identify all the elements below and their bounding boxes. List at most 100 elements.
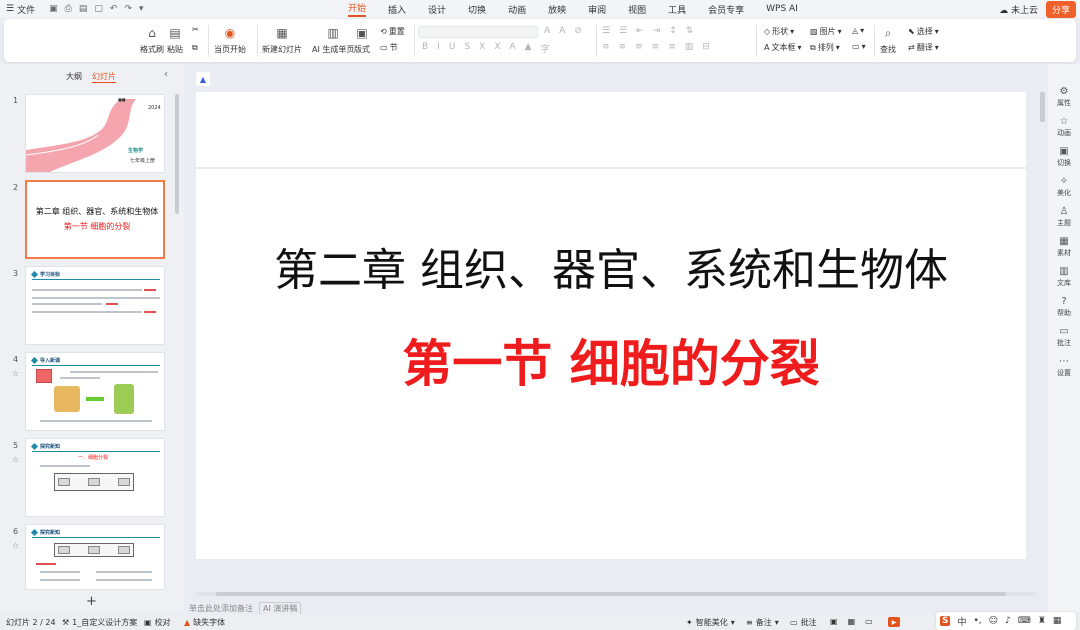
reset-button[interactable]: ⟲ 重置	[380, 26, 405, 37]
arrange-button[interactable]: ⧉ 排列 ▾	[810, 42, 840, 53]
file-menu[interactable]: ☰ 文件	[0, 3, 41, 16]
find-button[interactable]: ⌕ 查找	[880, 25, 896, 55]
slide-thumbnail[interactable]: 探究新知 一、细胞分裂	[25, 438, 165, 517]
sidebar-item-animation[interactable]: ☆ 动画	[1048, 116, 1080, 138]
sidebar-item-library[interactable]: ▥ 文库	[1048, 266, 1080, 288]
sidebar-item-transition[interactable]: ▣ 切换	[1048, 146, 1080, 168]
tab-insert[interactable]: 插入	[388, 3, 406, 16]
star-icon[interactable]: ☆	[12, 541, 19, 550]
translate-button[interactable]: ⇄ 翻译 ▾	[908, 42, 939, 53]
ime-language[interactable]: 中	[957, 615, 966, 628]
tab-animation[interactable]: 动画	[508, 3, 526, 16]
microphone-icon[interactable]: ♪	[1005, 616, 1011, 626]
font-family-select[interactable]	[418, 26, 538, 38]
italic-icon[interactable]: I	[437, 42, 440, 55]
sidebar-item-comments[interactable]: ▭ 批注	[1048, 326, 1080, 348]
superscript-icon[interactable]: X	[494, 42, 500, 55]
redo-icon[interactable]: ↷	[124, 4, 132, 14]
panel-scrollbar[interactable]	[175, 94, 179, 214]
cloud-status[interactable]: ☁ 未上云	[999, 3, 1038, 16]
align-center-icon[interactable]: ≡	[619, 42, 627, 52]
columns-icon[interactable]: ▥	[685, 42, 694, 52]
smart-beautify-button[interactable]: ✦ 智能美化 ▾	[686, 617, 735, 628]
sidebar-item-materials[interactable]: ▦ 素材	[1048, 236, 1080, 258]
preview-icon[interactable]: ▢	[94, 4, 103, 14]
vertical-align-icon[interactable]: ⊟	[702, 42, 710, 52]
undo-icon[interactable]: ↶	[110, 4, 118, 14]
font-color-icon[interactable]: A	[510, 42, 516, 55]
indent-decrease-icon[interactable]: ⇤	[636, 26, 644, 36]
tab-outline[interactable]: 大纲	[66, 71, 82, 83]
grow-font-icon[interactable]: A	[544, 26, 550, 36]
emoji-icon[interactable]: ☺	[989, 616, 998, 626]
copy-button[interactable]: ⧉	[192, 43, 198, 53]
tab-review[interactable]: 审阅	[588, 3, 606, 16]
ai-generate-button[interactable]: ▥ AI 生成单页	[312, 25, 354, 55]
align-left-icon[interactable]: ≡	[602, 42, 610, 52]
punctuation-icon[interactable]: •,	[974, 616, 982, 626]
sidebar-item-beautify[interactable]: ✧ 美化	[1048, 176, 1080, 198]
shape-button[interactable]: ◇ 形状 ▾	[764, 26, 794, 37]
tab-transition[interactable]: 切换	[468, 3, 486, 16]
skin-icon[interactable]: ♜	[1038, 616, 1046, 626]
normal-view-icon[interactable]: ▣	[830, 617, 838, 626]
tab-view[interactable]: 视图	[628, 3, 646, 16]
ai-assist-icon[interactable]: ▲	[196, 72, 210, 86]
slide-subtitle[interactable]: 第一节 细胞的分裂	[196, 324, 1026, 396]
picture-button[interactable]: ▨ 图片 ▾	[810, 26, 842, 37]
theme-name[interactable]: ⚒ 1_自定义设计方案	[62, 617, 137, 628]
highlight-icon[interactable]: ▲	[525, 42, 532, 55]
star-icon[interactable]: ☆	[12, 455, 19, 464]
slide-thumbnail[interactable]: 导入新课	[25, 352, 165, 431]
more-icon[interactable]: ▾	[139, 4, 144, 14]
strikethrough-icon[interactable]: S	[464, 42, 470, 55]
canvas-horizontal-scrollbar[interactable]	[196, 592, 1036, 596]
star-icon[interactable]: ☆	[12, 369, 19, 378]
textbox-button[interactable]: A 文本框 ▾	[764, 42, 802, 53]
tab-wps-ai[interactable]: WPS AI	[766, 4, 798, 14]
outline-button[interactable]: ▭ ▾	[852, 42, 866, 51]
apps-icon[interactable]: ▦	[1053, 616, 1062, 626]
format-painter-button[interactable]: ⌂ 格式刷	[140, 25, 164, 55]
fill-button[interactable]: ◬ ▾	[852, 26, 864, 35]
add-slide-button[interactable]: +	[86, 594, 97, 609]
bold-icon[interactable]: B	[422, 42, 428, 55]
bullets-icon[interactable]: ☰	[602, 26, 610, 36]
current-slide[interactable]: 第二章 组织、器官、系统和生物体 第一节 细胞的分裂	[196, 92, 1026, 559]
shadow-icon[interactable]: X	[479, 42, 485, 55]
sogou-logo-icon[interactable]: S	[940, 616, 951, 626]
select-button[interactable]: ⬉ 选择 ▾	[908, 26, 939, 37]
tab-member[interactable]: 会员专享	[708, 3, 744, 16]
tab-tools[interactable]: 工具	[668, 3, 686, 16]
slideshow-play-button[interactable]: ▶	[888, 617, 900, 627]
slide-title[interactable]: 第二章 组织、器官、系统和生物体	[196, 234, 1026, 298]
sidebar-item-settings[interactable]: ⋯ 设置	[1048, 356, 1080, 378]
cut-button[interactable]: ✂	[192, 25, 199, 34]
export-pdf-icon[interactable]: ⎙	[65, 4, 72, 14]
sorter-view-icon[interactable]: ▦	[848, 617, 856, 626]
char-spacing-icon[interactable]: 字	[541, 42, 550, 55]
text-direction-icon[interactable]: ⇅	[686, 26, 694, 36]
proofread-button[interactable]: ▣ 校对	[144, 617, 171, 628]
keyboard-icon[interactable]: ⌨	[1018, 616, 1031, 626]
underline-icon[interactable]: U	[449, 42, 456, 55]
notes-placeholder[interactable]: 单击此处添加备注	[189, 603, 253, 614]
comments-toggle[interactable]: ▭ 批注	[790, 617, 817, 628]
indent-increase-icon[interactable]: ⇥	[653, 26, 661, 36]
layout-button[interactable]: ▣ 版式	[354, 25, 370, 55]
slide-thumbnail[interactable]: 学习目标	[25, 266, 165, 345]
play-from-current-button[interactable]: ◉ 当页开始	[214, 25, 246, 55]
scroll-thumb[interactable]	[216, 592, 1006, 596]
tab-home[interactable]: 开始	[348, 1, 367, 17]
collapse-panel-icon[interactable]: ‹	[164, 69, 168, 80]
numbering-icon[interactable]: ☰	[619, 26, 627, 36]
distribute-icon[interactable]: ≡	[668, 42, 676, 52]
sidebar-item-properties[interactable]: ⚙ 属性	[1048, 86, 1080, 108]
justify-icon[interactable]: ≡	[652, 42, 660, 52]
section-button[interactable]: ▭ 节	[380, 42, 398, 53]
paste-button[interactable]: ▤ 粘贴	[167, 25, 183, 55]
clear-format-icon[interactable]: ⊘	[574, 26, 582, 36]
canvas-vertical-scrollbar[interactable]	[1040, 92, 1045, 122]
missing-font-button[interactable]: ▲ 缺失字体	[184, 617, 225, 628]
sidebar-item-help[interactable]: ? 帮助	[1048, 296, 1080, 318]
